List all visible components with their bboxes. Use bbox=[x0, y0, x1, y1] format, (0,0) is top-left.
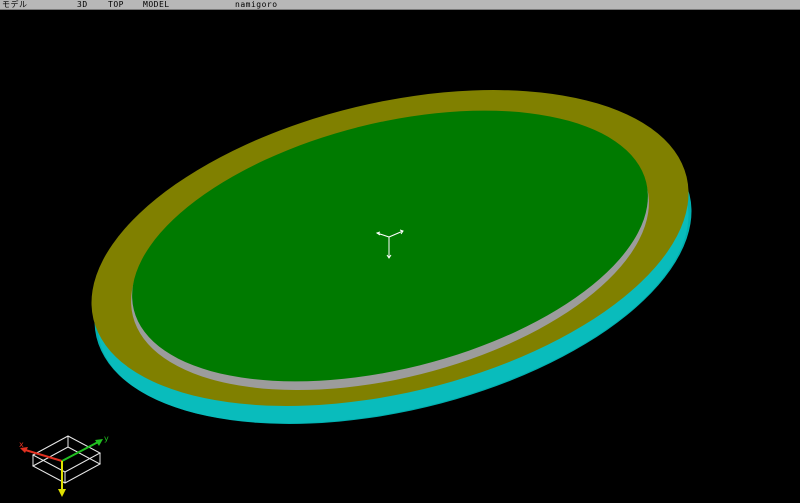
gizmo-x-label: x bbox=[19, 440, 24, 449]
viewport-canvas[interactable]: x y bbox=[0, 10, 800, 503]
model-name-label: namigoro bbox=[235, 0, 278, 9]
viewport-titlebar: モデル 3D TOP MODEL namigoro bbox=[0, 0, 800, 10]
view-mode-label[interactable]: 3D bbox=[77, 0, 88, 10]
axis-gizmo: x y bbox=[19, 434, 109, 497]
window-label[interactable]: モデル bbox=[2, 0, 28, 10]
view-direction-label[interactable]: TOP bbox=[108, 0, 124, 10]
gizmo-y-label: y bbox=[104, 434, 109, 443]
space-label[interactable]: MODEL bbox=[143, 0, 170, 10]
gizmo-x-axis bbox=[21, 448, 63, 462]
3d-viewport[interactable]: x y bbox=[0, 10, 800, 503]
gizmo-z-arrow bbox=[58, 489, 66, 497]
